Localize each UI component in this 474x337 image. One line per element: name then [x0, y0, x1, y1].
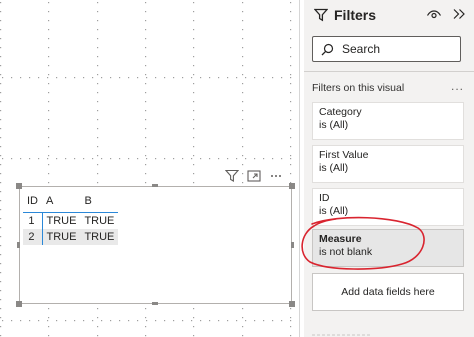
pane-title-text: Filters: [334, 7, 377, 23]
table-row[interactable]: 1 TRUE TRUE: [23, 212, 118, 229]
resize-handle-top[interactable]: [152, 184, 158, 187]
filter-card-state: is (All): [319, 162, 349, 174]
column-header-b[interactable]: B: [80, 193, 118, 213]
table-cell: 1: [23, 212, 43, 229]
table-cell: 2: [23, 229, 43, 245]
filter-card-first-value[interactable]: First Value is (All): [312, 145, 464, 183]
search-input[interactable]: Search: [312, 36, 461, 62]
table-visual[interactable]: ID A B 1 TRUE TRUE 2 TRUE TRUE: [19, 186, 292, 304]
table-cell: TRUE: [42, 229, 81, 245]
resize-handle-top-right[interactable]: [289, 183, 295, 189]
search-placeholder: Search: [342, 42, 381, 56]
add-data-fields-drop-zone[interactable]: Add data fields here: [312, 273, 464, 311]
search-icon: [321, 43, 334, 55]
filter-card-state: is not blank: [319, 246, 373, 258]
pane-divider: [304, 71, 474, 72]
add-data-fields-label: Add data fields here: [341, 286, 435, 298]
filter-icon[interactable]: [224, 168, 240, 184]
column-header-id[interactable]: ID: [23, 193, 42, 213]
filter-card-category[interactable]: Category is (All): [312, 102, 464, 140]
table-cell: TRUE: [46, 215, 77, 227]
truncated-section-label: [312, 329, 372, 337]
resize-handle-bottom-left[interactable]: [16, 301, 22, 307]
filter-card-state: is (All): [319, 119, 349, 131]
resize-handle-top-left[interactable]: [16, 183, 22, 189]
focus-mode-icon[interactable]: [246, 168, 262, 184]
pane-title: Filters: [314, 7, 376, 23]
funnel-icon: [314, 8, 328, 22]
resize-handle-bottom-right[interactable]: [289, 301, 295, 307]
report-canvas[interactable]: ID A B 1 TRUE TRUE 2 TRUE TRUE: [0, 0, 299, 337]
section-label: Filters on this visual: [312, 82, 405, 94]
filter-card-state: is (All): [319, 205, 349, 217]
more-options-icon[interactable]: [268, 168, 284, 184]
table-cell: TRUE: [84, 215, 115, 227]
filter-card-measure[interactable]: Measure is not blank: [312, 229, 464, 267]
filter-card-id[interactable]: ID is (All): [312, 188, 464, 226]
table-row[interactable]: 2 TRUE TRUE: [23, 229, 119, 245]
filter-card-name: Category: [319, 106, 362, 118]
filter-card-name: ID: [319, 192, 330, 204]
section-more-button[interactable]: ...: [451, 79, 464, 93]
filter-card-name: First Value: [319, 149, 369, 161]
table-header-row: ID A B: [23, 193, 119, 213]
resize-handle-right[interactable]: [291, 242, 294, 248]
collapse-pane-icon[interactable]: [451, 6, 467, 22]
eye-icon[interactable]: [426, 7, 442, 23]
resize-handle-left[interactable]: [17, 242, 20, 248]
column-header-a[interactable]: A: [42, 193, 80, 213]
visual-header: [224, 167, 284, 185]
table-cell: TRUE: [80, 229, 119, 245]
resize-handle-bottom[interactable]: [152, 302, 158, 305]
filter-card-name: Measure: [319, 233, 362, 245]
data-table: ID A B 1 TRUE TRUE 2 TRUE TRUE: [23, 193, 119, 245]
filters-pane: Filters Search Filters on this visual ..…: [304, 0, 474, 337]
